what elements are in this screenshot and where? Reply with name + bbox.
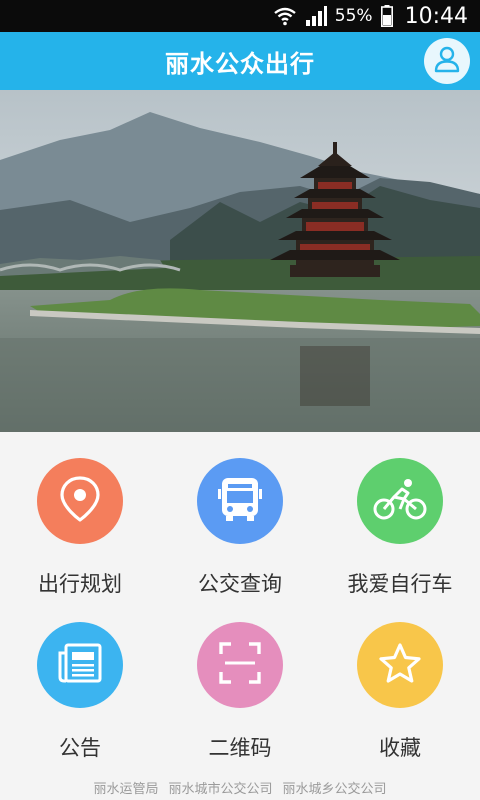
bus-query-label: 公交查询 (198, 572, 282, 596)
favorites-button[interactable]: 收藏 (320, 596, 480, 766)
bus-query-circle (197, 458, 283, 544)
footer: 丽水运管局 丽水城市公交公司 丽水城乡公交公司 (0, 774, 480, 800)
notice-button[interactable]: 公告 (0, 596, 160, 766)
signal-icon (305, 6, 327, 26)
menu-grid: 出行规划 公交查询 我爱自行车 公告 二维码 收藏 (0, 432, 480, 774)
favorites-label: 收藏 (379, 736, 421, 760)
trip-planning-button[interactable]: 出行规划 (0, 432, 160, 602)
bike-label: 我爱自行车 (347, 572, 453, 596)
footer-link-transport-bureau[interactable]: 丽水运管局 (93, 778, 158, 797)
notice-circle (37, 622, 123, 708)
bus-icon (218, 476, 262, 526)
qr-code-circle (197, 622, 283, 708)
qr-scan-icon (219, 642, 261, 688)
clock: 10:44 (404, 3, 468, 29)
status-bar: 55% 10:44 (0, 0, 480, 32)
banner-image (0, 90, 480, 432)
app-title: 丽水公众出行 (165, 49, 315, 78)
trip-planning-label: 出行规划 (38, 572, 122, 596)
profile-button[interactable] (424, 38, 470, 84)
wifi-icon (273, 6, 297, 26)
notice-label: 公告 (59, 736, 101, 760)
qr-code-button[interactable]: 二维码 (160, 596, 320, 766)
app-bar: 丽水公众出行 (0, 32, 480, 90)
trip-planning-circle (37, 458, 123, 544)
bus-query-button[interactable]: 公交查询 (160, 432, 320, 602)
user-icon (433, 45, 461, 77)
battery-percentage: 55% (334, 6, 373, 26)
footer-link-city-bus[interactable]: 丽水城市公交公司 (168, 778, 272, 797)
newspaper-icon (58, 643, 102, 687)
favorites-circle (357, 622, 443, 708)
footer-link-rural-bus[interactable]: 丽水城乡公交公司 (283, 778, 387, 797)
bike-circle (357, 458, 443, 544)
star-icon (378, 642, 422, 688)
qr-code-label: 二维码 (208, 736, 272, 760)
battery-icon (380, 5, 393, 27)
bicycle-icon (372, 477, 428, 525)
location-pin-icon (60, 476, 100, 526)
bike-button[interactable]: 我爱自行车 (320, 432, 480, 602)
